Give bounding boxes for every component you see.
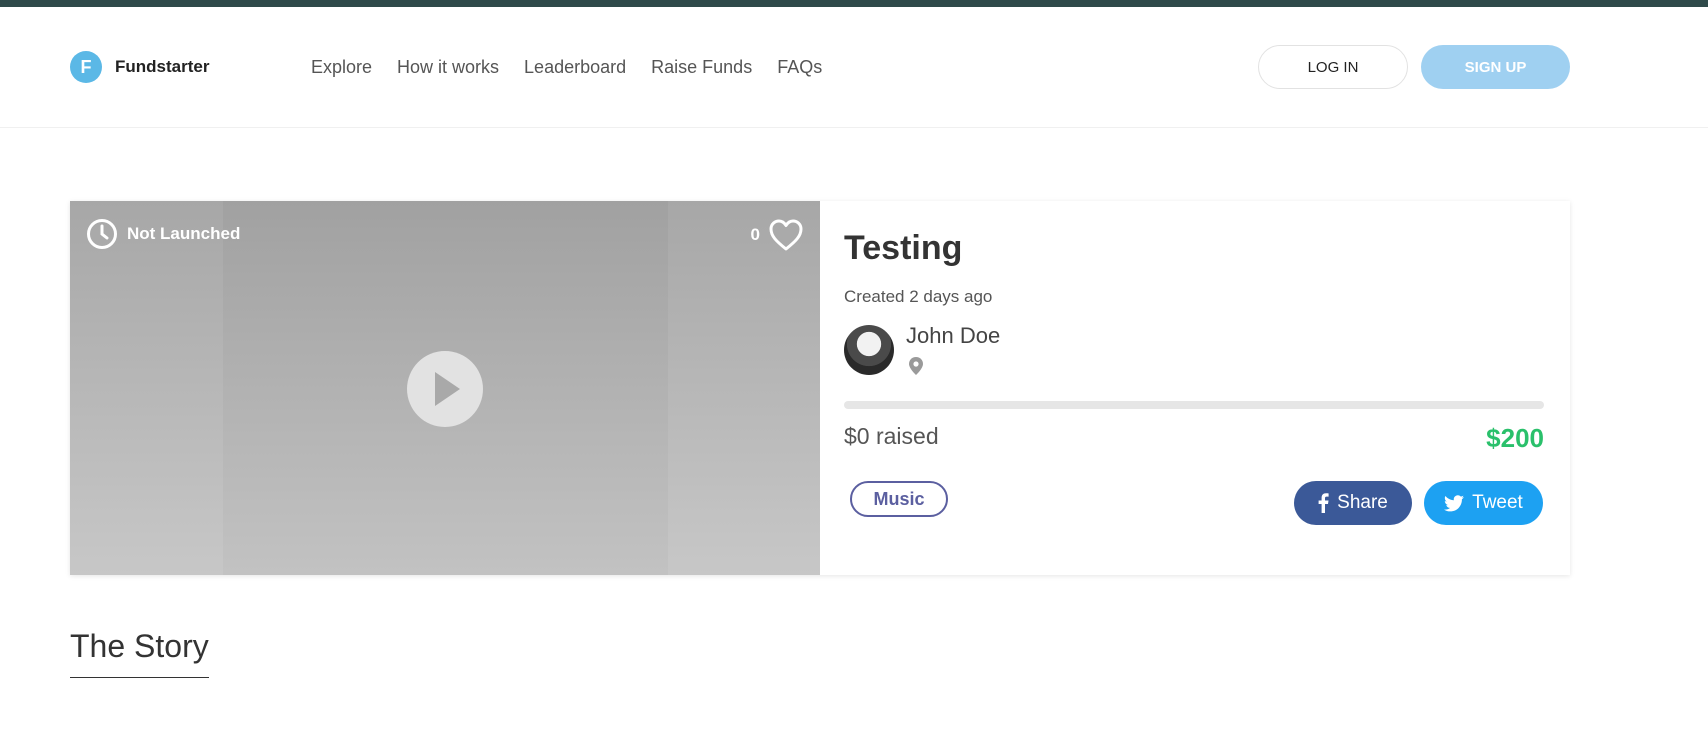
author-avatar[interactable] (844, 325, 894, 375)
facebook-icon (1318, 493, 1329, 513)
created-date: Created 2 days ago (844, 287, 993, 306)
clock-icon (87, 219, 117, 249)
campaign-card: Not Launched 0 Testing Created 2 days ag… (70, 201, 1570, 575)
funding-progress-bar (844, 401, 1544, 409)
campaign-video[interactable]: Not Launched 0 (70, 201, 820, 575)
like-counter[interactable]: 0 (751, 218, 804, 252)
nav-faqs[interactable]: FAQs (777, 57, 822, 78)
nav-explore[interactable]: Explore (311, 57, 372, 78)
brand-name: Fundstarter (115, 57, 210, 76)
tweet-label: Tweet (1472, 492, 1523, 513)
nav-raise-funds[interactable]: Raise Funds (651, 57, 752, 78)
author-name[interactable]: John Doe (906, 323, 1000, 349)
heart-icon[interactable] (768, 218, 804, 252)
share-label: Share (1337, 492, 1388, 513)
top-strip (0, 0, 1708, 7)
login-button[interactable]: LOG IN (1258, 45, 1408, 89)
status-label: Not Launched (127, 224, 241, 243)
like-count: 0 (750, 225, 760, 244)
signup-button[interactable]: SIGN UP (1421, 45, 1570, 89)
tweet-button[interactable]: Tweet (1424, 481, 1543, 525)
nav-leaderboard[interactable]: Leaderboard (524, 57, 626, 78)
main-nav: Explore How it works Leaderboard Raise F… (311, 57, 822, 78)
share-button[interactable]: Share (1294, 481, 1412, 525)
amount-raised: $0 raised (844, 423, 939, 449)
brand-logo[interactable]: F Fundstarter (70, 51, 209, 83)
play-icon (435, 372, 460, 406)
logo-mark-icon: F (70, 51, 102, 83)
nav-how-it-works[interactable]: How it works (397, 57, 499, 78)
campaign-status: Not Launched (86, 218, 240, 250)
story-heading: The Story (70, 628, 209, 678)
play-button[interactable] (407, 351, 483, 427)
location-pin-icon (909, 357, 923, 375)
campaign-info: Testing Created 2 days ago John Doe $0 r… (844, 201, 1544, 575)
campaign-title: Testing (844, 229, 963, 267)
twitter-icon (1444, 494, 1465, 511)
site-header: F Fundstarter Explore How it works Leade… (0, 7, 1708, 128)
category-tag[interactable]: Music (850, 481, 948, 517)
funding-goal: $200 (1486, 423, 1544, 453)
